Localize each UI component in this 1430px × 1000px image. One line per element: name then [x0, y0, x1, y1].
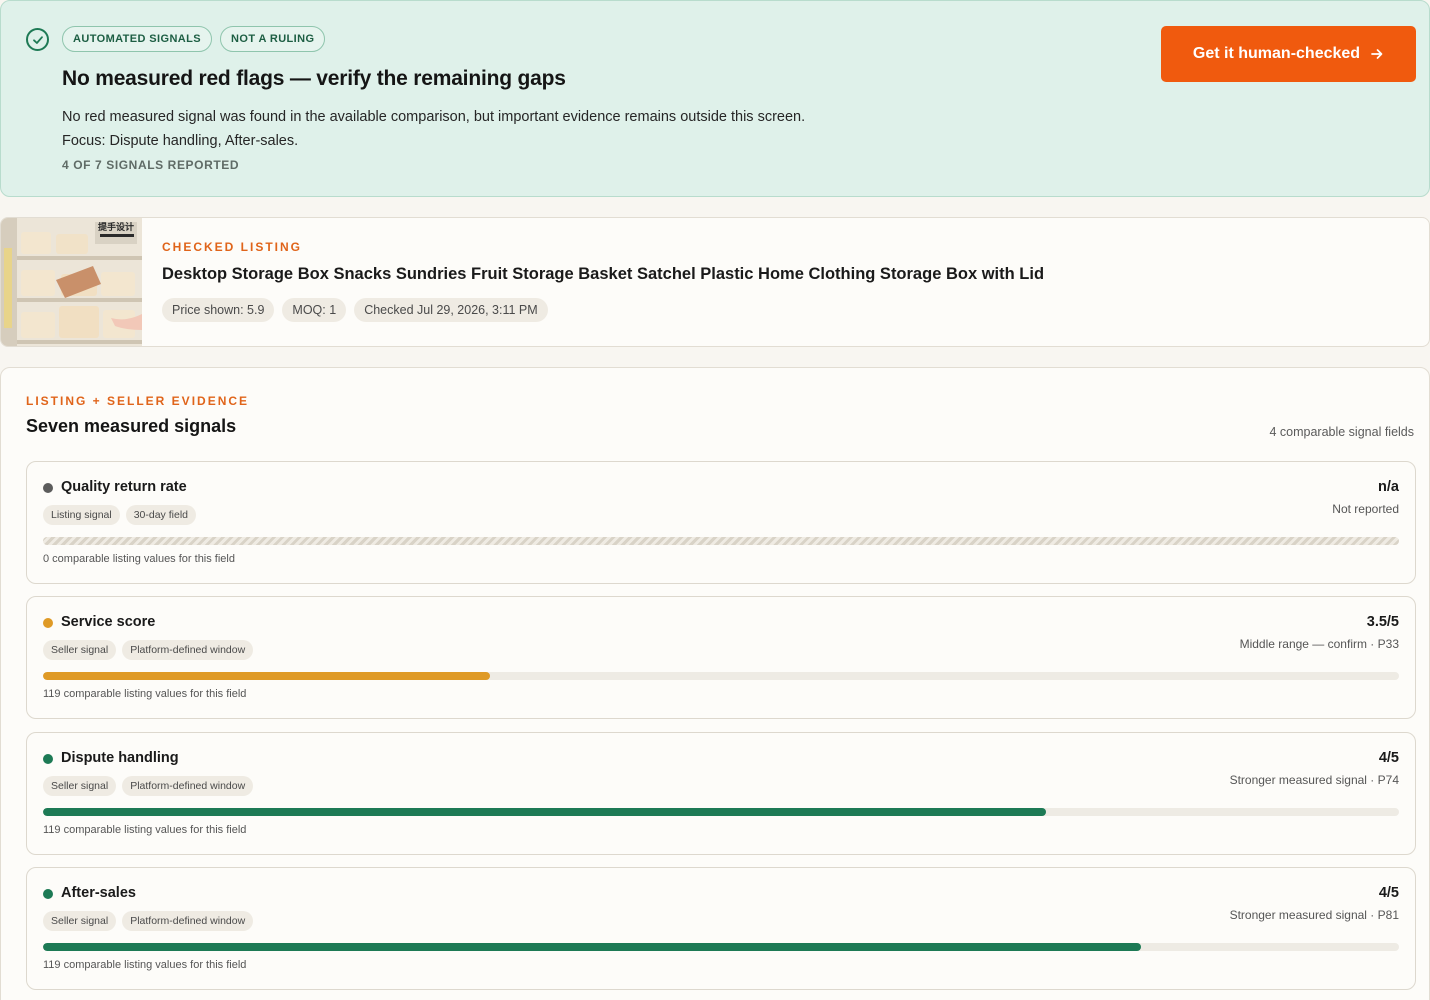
signal-percentile-fill: [43, 672, 491, 680]
signal-value: 3.5/5: [1366, 614, 1399, 630]
signal-note: Stronger measured signal · P74: [1229, 773, 1399, 787]
human-check-button-label: Get it human-checked: [1192, 45, 1361, 62]
listing-thumbnail[interactable]: 提手设计: [1, 218, 142, 346]
evidence-title: Seven measured signals: [26, 416, 237, 436]
signal-tag: Seller signal: [43, 776, 117, 796]
signal-tags: Listing signal 30-day field: [43, 505, 196, 525]
verdict-body: No red measured signal was found in the …: [62, 105, 805, 153]
signal-value: n/a: [1378, 479, 1399, 495]
signal-tag: 30-day field: [125, 505, 196, 525]
signal-percentile-bar: [43, 537, 1399, 545]
badge-not-a-ruling: NOT A RULING: [220, 26, 326, 52]
signal-note: Middle range — confirm · P33: [1239, 637, 1399, 651]
verdict-banner: AUTOMATED SIGNALS NOT A RULING No measur…: [0, 0, 1430, 197]
verdict-body-line: No red measured signal was found in the …: [62, 109, 806, 125]
listing-meta-chips: Price shown: 5.9 MOQ: 1 Checked Jul 29, …: [162, 298, 548, 322]
signal-percentile-fill: [43, 808, 1047, 816]
signal-footer: 119 comparable listing values for this f…: [43, 959, 247, 971]
listing-title: Desktop Storage Box Snacks Sundries Frui…: [162, 265, 1045, 283]
signal-name: Dispute handling: [61, 750, 179, 766]
signal-status-dot: [43, 754, 53, 764]
signal-card-quality-return-rate: Quality return rate Listing signal 30-da…: [26, 461, 1416, 584]
signal-tag: Platform-defined window: [122, 640, 254, 660]
signal-status-dot: [43, 889, 53, 899]
arrow-right-icon: [1371, 49, 1383, 59]
verdict-title: No measured red flags — verify the remai…: [62, 67, 566, 90]
signal-card-service-score: Service score Seller signal Platform-def…: [26, 596, 1416, 719]
signal-tag: Seller signal: [43, 640, 117, 660]
signal-card-dispute-handling: Dispute handling Seller signal Platform-…: [26, 732, 1416, 855]
signal-note: Not reported: [1332, 502, 1399, 516]
signal-tag: Platform-defined window: [122, 776, 254, 796]
moq-chip: MOQ: 1: [282, 298, 347, 322]
signal-percentile-bar: [43, 943, 1399, 951]
signal-status-dot: [43, 483, 53, 493]
evidence-eyebrow: LISTING + SELLER EVIDENCE: [26, 394, 250, 408]
signal-tags: Seller signal Platform-defined window: [43, 640, 254, 660]
signals-reported-count: 4 OF 7 SIGNALS REPORTED: [62, 158, 240, 172]
signal-name: Service score: [61, 614, 156, 630]
signal-percentile-bar: [43, 672, 1399, 680]
badge-automated-signals: AUTOMATED SIGNALS: [62, 26, 213, 52]
signal-footer: 119 comparable listing values for this f…: [43, 688, 247, 700]
signal-name: After-sales: [61, 885, 136, 901]
signal-note: Stronger measured signal · P81: [1229, 908, 1399, 922]
verdict-badges: AUTOMATED SIGNALS NOT A RULING: [62, 26, 326, 52]
signal-value: 4/5: [1378, 885, 1399, 901]
price-chip: Price shown: 5.9: [162, 298, 275, 322]
comparable-field-count: 4 comparable signal fields: [1269, 425, 1414, 439]
human-check-button[interactable]: Get it human-checked: [1161, 26, 1416, 82]
signal-card-after-sales: After-sales Seller signal Platform-defin…: [26, 867, 1416, 990]
signal-footer: 0 comparable listing values for this fie…: [43, 553, 235, 565]
thumbnail-brand-text: 提手设计: [98, 221, 134, 233]
signal-tags: Seller signal Platform-defined window: [43, 911, 254, 931]
checked-listing-card: 提手设计 CHECKED LISTING Desktop Storage Box…: [0, 217, 1430, 347]
checked-date-chip: Checked Jul 29, 2026, 3:11 PM: [354, 298, 548, 322]
check-circle-icon: [26, 28, 49, 51]
signal-tag: Seller signal: [43, 911, 117, 931]
signal-status-dot: [43, 618, 53, 628]
signal-tag: Platform-defined window: [122, 911, 254, 931]
signal-percentile-bar: [43, 808, 1399, 816]
signal-footer: 119 comparable listing values for this f…: [43, 824, 247, 836]
signal-percentile-fill: [43, 943, 1142, 951]
signal-value: 4/5: [1378, 750, 1399, 766]
evidence-section: LISTING + SELLER EVIDENCE Seven measured…: [0, 367, 1430, 1000]
signal-name: Quality return rate: [61, 479, 187, 495]
signal-tags: Seller signal Platform-defined window: [43, 776, 254, 796]
signal-tag: Listing signal: [43, 505, 120, 525]
listing-eyebrow: CHECKED LISTING: [162, 240, 303, 254]
verdict-focus-line: Focus: Dispute handling, After-sales.: [62, 133, 299, 149]
